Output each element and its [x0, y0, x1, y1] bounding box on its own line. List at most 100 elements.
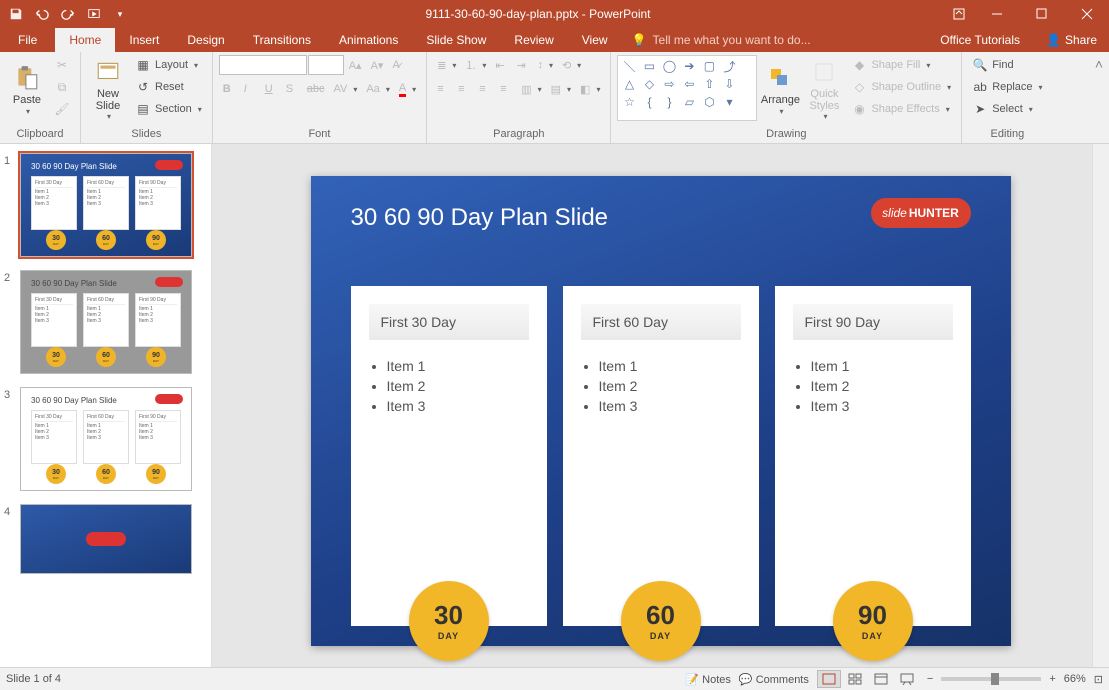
cut-button[interactable]: ✂	[50, 55, 74, 75]
comments-button[interactable]: 💬 Comments	[739, 673, 809, 686]
char-spacing-button[interactable]: AV▾	[329, 79, 361, 99]
tab-file[interactable]: File	[0, 28, 55, 52]
ribbon-display-options-icon[interactable]	[944, 0, 974, 28]
smartart-button[interactable]: ◧▾	[576, 79, 604, 99]
slide-thumbnail-3[interactable]: 30 60 90 Day Plan Slide First 30 DayItem…	[20, 387, 192, 491]
shape-arrowd-icon[interactable]: ⇩	[720, 76, 738, 92]
shape-hex-icon[interactable]: ⬡	[700, 94, 718, 110]
section-button[interactable]: ▤Section▾	[131, 99, 206, 119]
slide-canvas-area[interactable]: 30 60 90 Day Plan Slide slideHUNTER Firs…	[212, 144, 1109, 667]
align-right-button[interactable]: ≡	[475, 79, 495, 99]
layout-button[interactable]: ▦Layout▾	[131, 55, 206, 75]
tab-animations[interactable]: Animations	[325, 28, 412, 52]
find-button[interactable]: 🔍Find	[968, 55, 1046, 75]
slide-thumbnail-1[interactable]: 30 60 90 Day Plan Slide First 30 DayItem…	[20, 153, 192, 257]
shape-triangle-icon[interactable]: △	[620, 76, 638, 92]
notes-button[interactable]: 📝 Notes	[685, 673, 731, 686]
copy-button[interactable]: ⧉	[50, 77, 74, 97]
text-direction-button[interactable]: ⟲▾	[558, 55, 585, 75]
tab-review[interactable]: Review	[500, 28, 567, 52]
qat-customize-icon[interactable]: ▾	[108, 2, 132, 26]
shape-fill-button[interactable]: ◆Shape Fill▾	[847, 55, 955, 75]
change-case-button[interactable]: Aa▾	[362, 79, 393, 99]
slide-thumbnail-4[interactable]	[20, 504, 192, 574]
numbering-button[interactable]: ⒈▾	[461, 55, 490, 75]
collapse-ribbon-icon[interactable]: ˄	[1089, 52, 1109, 143]
paste-button[interactable]: Paste ▾	[6, 55, 48, 121]
select-button[interactable]: ➤Select▾	[968, 99, 1046, 119]
fit-to-window-button[interactable]: ⊡	[1094, 673, 1103, 686]
reading-view-button[interactable]	[869, 670, 893, 688]
zoom-out-button[interactable]: −	[927, 673, 933, 685]
shape-brace2-icon[interactable]: }	[660, 94, 678, 110]
line-spacing-button[interactable]: ↕▾	[533, 55, 557, 75]
align-left-button[interactable]: ≡	[433, 79, 453, 99]
shadow-button[interactable]: S	[282, 79, 302, 99]
tab-transitions[interactable]: Transitions	[239, 28, 325, 52]
close-button[interactable]	[1064, 0, 1109, 28]
slide[interactable]: 30 60 90 Day Plan Slide slideHUNTER Firs…	[311, 176, 1011, 646]
italic-button[interactable]: I	[240, 79, 260, 99]
start-from-beginning-icon[interactable]	[82, 2, 106, 26]
slide-thumbnail-2[interactable]: 30 60 90 Day Plan Slide First 30 DayItem…	[20, 270, 192, 374]
shape-arrowr-icon[interactable]: ⇨	[660, 76, 678, 92]
shape-diamond-icon[interactable]: ◇	[640, 76, 658, 92]
shape-effects-button[interactable]: ◉Shape Effects▾	[847, 99, 955, 119]
font-name-input[interactable]	[219, 55, 307, 75]
clear-formatting-button[interactable]: A̷	[388, 55, 408, 75]
slide-sorter-button[interactable]	[843, 670, 867, 688]
shape-rect2-icon[interactable]: ▢	[700, 58, 718, 74]
increase-indent-button[interactable]: ⇥	[512, 55, 532, 75]
vertical-scrollbar[interactable]	[1092, 144, 1109, 667]
shape-outline-button[interactable]: ◇Shape Outline▾	[847, 77, 955, 97]
slideshow-view-button[interactable]	[895, 670, 919, 688]
increase-font-button[interactable]: A▴	[345, 55, 366, 75]
shape-brace-icon[interactable]: {	[640, 94, 658, 110]
maximize-button[interactable]	[1019, 0, 1064, 28]
tab-office-tutorials[interactable]: Office Tutorials	[926, 28, 1034, 52]
decrease-font-button[interactable]: A▾	[367, 55, 388, 75]
shape-line-icon[interactable]: ＼	[620, 58, 638, 74]
share-button[interactable]: 👤Share	[1034, 28, 1109, 52]
tell-me[interactable]: 💡Tell me what you want to do...	[622, 28, 821, 52]
minimize-button[interactable]	[974, 0, 1019, 28]
save-icon[interactable]	[4, 2, 28, 26]
reset-button[interactable]: ↺Reset	[131, 77, 206, 97]
arrange-button[interactable]: Arrange ▾	[759, 55, 801, 121]
zoom-in-button[interactable]: +	[1049, 673, 1055, 685]
bullets-button[interactable]: ≣▾	[433, 55, 460, 75]
shape-arrowl-icon[interactable]: ⇦	[680, 76, 698, 92]
shape-arrow-icon[interactable]: ➔	[680, 58, 698, 74]
shape-connector-icon[interactable]: ⤴	[720, 58, 738, 74]
align-text-button[interactable]: ▤▾	[547, 79, 575, 99]
redo-icon[interactable]	[56, 2, 80, 26]
new-slide-button[interactable]: New Slide ▾	[87, 55, 129, 121]
shape-more-icon[interactable]: ▾	[720, 94, 738, 110]
tab-home[interactable]: Home	[55, 28, 115, 52]
shape-oval-icon[interactable]: ◯	[660, 58, 678, 74]
tab-view[interactable]: View	[568, 28, 622, 52]
replace-button[interactable]: abReplace▾	[968, 77, 1046, 97]
font-size-input[interactable]	[308, 55, 344, 75]
slide-thumbnails-pane[interactable]: 1 30 60 90 Day Plan Slide First 30 DayIt…	[0, 144, 212, 667]
shape-arrowu-icon[interactable]: ⇧	[700, 76, 718, 92]
normal-view-button[interactable]	[817, 670, 841, 688]
tab-slideshow[interactable]: Slide Show	[412, 28, 500, 52]
justify-button[interactable]: ≡	[496, 79, 516, 99]
decrease-indent-button[interactable]: ⇤	[491, 55, 511, 75]
bold-button[interactable]: B	[219, 79, 239, 99]
strikethrough-button[interactable]: abc	[303, 79, 329, 99]
align-center-button[interactable]: ≡	[454, 79, 474, 99]
underline-button[interactable]: U	[261, 79, 281, 99]
tab-design[interactable]: Design	[173, 28, 238, 52]
tab-insert[interactable]: Insert	[115, 28, 173, 52]
undo-icon[interactable]	[30, 2, 54, 26]
shape-rect-icon[interactable]: ▭	[640, 58, 658, 74]
columns-button[interactable]: ▥▾	[517, 79, 545, 99]
font-color-button[interactable]: A▾	[395, 79, 420, 99]
format-painter-button[interactable]: 🖌	[50, 99, 74, 119]
shape-star-icon[interactable]: ☆	[620, 94, 638, 110]
shape-callout-icon[interactable]: ▱	[680, 94, 698, 110]
zoom-level[interactable]: 66%	[1064, 673, 1086, 685]
quick-styles-button[interactable]: Quick Styles ▾	[803, 55, 845, 121]
